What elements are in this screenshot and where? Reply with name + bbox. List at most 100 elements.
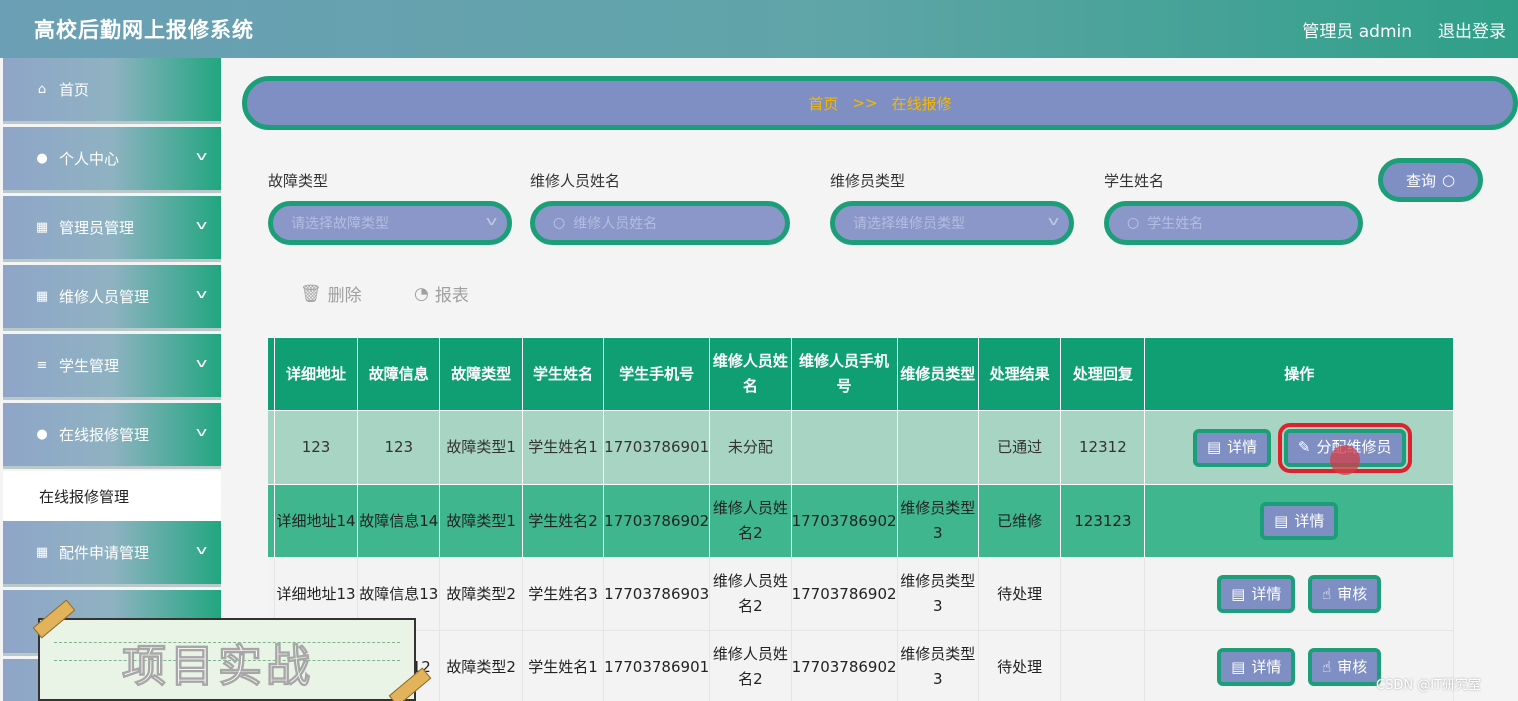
user-icon: ● (36, 151, 48, 166)
grid-icon: ▦ (35, 545, 49, 560)
cell: 已通过 (977, 410, 1062, 485)
detail-button[interactable]: ▤ 详情 (1192, 428, 1272, 467)
chevron-down-icon: v (195, 543, 208, 557)
chevron-down-icon: v (195, 425, 208, 439)
sidebar-subitem-repair[interactable]: 在线报修管理 (3, 471, 221, 521)
sidebar-item-personal[interactable]: ● 个人中心 v (3, 127, 221, 193)
cell (1060, 630, 1146, 701)
search-icon: ○ (1127, 215, 1140, 231)
cell: 学生姓名3 (521, 557, 605, 631)
repairer-type-placeholder: 请选择维修员类型 (853, 216, 965, 232)
col-header: 处理结果 (977, 337, 1062, 411)
repairer-type-label: 维修员类型 (830, 172, 906, 190)
cell: 17703786901 (603, 630, 711, 701)
grid-icon: ▦ (35, 220, 49, 235)
audit-button[interactable]: ☝ 审核 (1308, 575, 1382, 613)
detail-label: 详情 (1251, 657, 1282, 676)
table-row[interactable]: 2 123 123 故障类型1 学生姓名1 17703786901 未分配 已通… (268, 410, 1454, 485)
cell (896, 410, 979, 485)
cell: 123 (357, 410, 441, 485)
fault-type-select[interactable]: 请选择故障类型 v (268, 201, 512, 245)
user-icon: ● (36, 427, 48, 442)
search-icon: ○ (1441, 171, 1456, 189)
cell: 详细地址14 (273, 484, 359, 558)
delete-button[interactable]: 🗑 删除 (300, 281, 362, 307)
top-header: 高校后勤网上报修系统 管理员 admin 退出登录 (0, 0, 1518, 58)
chevron-down-icon: v (485, 214, 498, 228)
cell: 123 (273, 410, 359, 485)
detail-button[interactable]: ▤ 详情 (1217, 575, 1296, 613)
current-user[interactable]: 管理员 admin (1302, 17, 1412, 42)
chevron-down-icon: v (195, 356, 208, 370)
hand-icon: ☝ (1322, 657, 1332, 676)
sidebar-item-home[interactable]: ⌂ 首页 (3, 58, 221, 124)
table-row[interactable]: 1 详细地址13 故障信息13 故障类型2 学生姓名3 17703786903 … (268, 557, 1454, 631)
cell (790, 410, 898, 485)
table-row[interactable]: 3 详细地址14 故障信息14 故障类型1 学生姓名2 17703786902 … (268, 484, 1454, 558)
document-icon: ▤ (1231, 584, 1246, 603)
sidebar-item-admin[interactable]: ▦ 管理员管理 v (3, 196, 221, 262)
trash-icon: 🗑 (300, 283, 322, 304)
sidebar-item-label: 配件申请管理 (59, 544, 150, 562)
detail-label: 详情 (1251, 584, 1282, 603)
sidebar-item-student[interactable]: ≡ 学生管理 v (3, 334, 221, 400)
col-header: 故障信息 (357, 337, 441, 411)
sidebar-item-parts[interactable]: ▦ 配件申请管理 v (3, 521, 221, 587)
breadcrumb-home[interactable]: 首页 (808, 93, 838, 114)
cell: 维修人员姓名2 (709, 630, 792, 701)
report-label: 报表 (434, 286, 469, 306)
cell: 17703786901 (603, 410, 711, 485)
sidebar-item-repair[interactable]: ● 在线报修管理 v (3, 403, 221, 469)
col-header: 维修员类型 (896, 337, 979, 411)
sidebar-item-repairer[interactable]: ▦ 维修人员管理 v (3, 265, 221, 331)
audit-button[interactable]: ☝ 审核 (1308, 648, 1382, 686)
audit-label: 审核 (1337, 657, 1368, 676)
col-header: 维修人员姓名 (709, 337, 792, 411)
cell: 故障类型2 (439, 630, 523, 701)
chevron-down-icon: v (195, 218, 208, 232)
audit-label: 审核 (1337, 584, 1368, 603)
ops-cell: ▤详情 ✎分配维修员 (1144, 410, 1454, 485)
sidebar-item-label: 在线报修管理 (59, 426, 150, 444)
repairer-name-input[interactable]: ○ 维修人员姓名 (530, 201, 790, 245)
repairer-name-label: 维修人员姓名 (530, 172, 621, 190)
hand-icon: ☝ (1322, 584, 1332, 603)
detail-button[interactable]: ▤ 详情 (1217, 648, 1296, 686)
sidebar-item-label: 首页 (59, 81, 90, 99)
click-indicator (1330, 445, 1360, 475)
cell: 17703786903 (603, 557, 711, 631)
table-row[interactable]: 障信息12 故障类型2 学生姓名1 17703786901 维修人员姓名2 17… (268, 630, 1454, 701)
query-button[interactable]: 查询 ○ (1378, 158, 1483, 202)
cell: 维修员类型3 (896, 557, 979, 631)
detail-label: 详情 (1294, 511, 1325, 530)
student-name-placeholder: 学生姓名 (1147, 216, 1204, 232)
chevron-down-icon: v (1047, 214, 1060, 228)
cell: 故障类型1 (439, 484, 523, 558)
cell: 17703786902 (603, 484, 711, 558)
cell: 学生姓名2 (521, 484, 605, 558)
repairer-type-select[interactable]: 请选择维修员类型 v (830, 201, 1074, 245)
home-icon: ⌂ (37, 82, 47, 97)
grid-icon: ▦ (35, 289, 49, 304)
cell: 12312 (1060, 410, 1146, 485)
col-header: 详细地址 (273, 337, 359, 411)
col-header: 故障类型 (439, 337, 523, 411)
student-name-input[interactable]: ○ 学生姓名 (1104, 201, 1363, 245)
report-button[interactable]: ◔ 报表 (414, 281, 469, 307)
logout-link[interactable]: 退出登录 (1438, 17, 1506, 42)
detail-button[interactable]: ▤ 详情 (1260, 502, 1339, 540)
sidebar-item-label: 学生管理 (59, 357, 120, 375)
table-header: 标 详细地址 故障信息 故障类型 学生姓名 学生手机号 维修人员姓名 维修人员手… (268, 337, 1454, 411)
repairer-name-placeholder: 维修人员姓名 (573, 216, 658, 232)
col-header: 维修人员手机号 (790, 337, 898, 411)
cell: 未分配 (709, 410, 792, 485)
repair-table: 标 详细地址 故障信息 故障类型 学生姓名 学生手机号 维修人员姓名 维修人员手… (268, 337, 1494, 701)
cell: 故障类型1 (439, 410, 523, 485)
fault-type-label: 故障类型 (268, 172, 329, 190)
badge-text: 项目实战 (122, 641, 314, 693)
chevron-down-icon: v (195, 149, 208, 163)
breadcrumb-separator: >> (852, 94, 878, 112)
ops-cell: ▤ 详情 (1144, 484, 1454, 558)
document-icon: ▤ (1206, 438, 1222, 456)
cell: 维修人员姓名2 (709, 557, 792, 631)
